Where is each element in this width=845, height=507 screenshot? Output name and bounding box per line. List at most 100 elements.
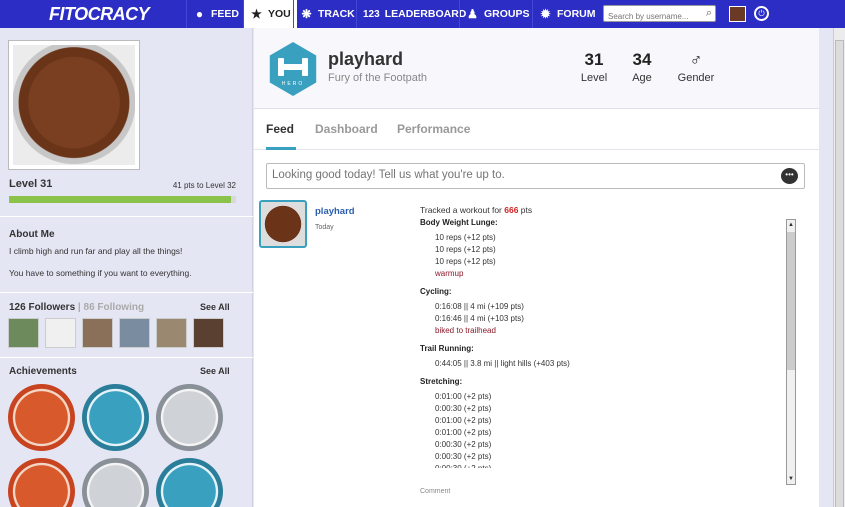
achievements-see-all[interactable]: See All bbox=[200, 366, 230, 376]
hero-dumbbell-icon: HERO bbox=[269, 42, 317, 96]
nav-forum[interactable]: ✹ FORUM bbox=[532, 0, 602, 28]
exercise-set: 0:00:30 (+2 pts) bbox=[435, 464, 491, 468]
main-content: HERO playhard Fury of the Footpath 31 Le… bbox=[254, 28, 819, 507]
followers-line: 126 Followers | 86 Following bbox=[9, 302, 144, 313]
level-progress-bar bbox=[9, 196, 236, 203]
nav-groups[interactable]: ♟ GROUPS bbox=[459, 0, 536, 28]
followers-see-all[interactable]: See All bbox=[200, 302, 230, 312]
groups-icon: ♟ bbox=[467, 6, 478, 21]
nav-you[interactable]: ★ YOU bbox=[243, 0, 297, 28]
divider bbox=[0, 357, 253, 358]
track-icon: ❋ bbox=[301, 6, 312, 21]
exercise-note: biked to trailhead bbox=[435, 326, 496, 335]
nav-track[interactable]: ❋ TRACK bbox=[293, 0, 361, 28]
about-text-2: You have to something if you want to eve… bbox=[9, 268, 192, 278]
exercise-set: 0:16:46 || 4 mi (+103 pts) bbox=[435, 314, 524, 323]
exercise-name: Stretching: bbox=[420, 377, 463, 386]
exercise-set: 0:01:00 (+2 pts) bbox=[435, 428, 492, 437]
star-icon: ★ bbox=[251, 6, 262, 21]
nav-user-avatar[interactable] bbox=[729, 6, 746, 22]
follower-avatar[interactable] bbox=[45, 318, 76, 348]
profile-avatar[interactable] bbox=[8, 40, 140, 170]
exercise-set: 10 reps (+12 pts) bbox=[435, 233, 496, 242]
search-icon[interactable]: ⌕ bbox=[706, 7, 712, 20]
feed-summary: Tracked a workout for 666 pts bbox=[420, 205, 532, 215]
follower-avatar[interactable] bbox=[119, 318, 150, 348]
stat-age-value: 34 bbox=[632, 50, 652, 69]
profile-header: HERO playhard Fury of the Footpath 31 Le… bbox=[254, 28, 819, 109]
exercise-name: Cycling: bbox=[420, 287, 452, 296]
hero-label: HERO bbox=[281, 81, 305, 87]
tab-dashboard[interactable]: Dashboard bbox=[315, 122, 378, 136]
about-text-1: I climb high and run far and play all th… bbox=[9, 246, 183, 256]
gear-icon: ✹ bbox=[540, 6, 551, 21]
exercise-name: Body Weight Lunge: bbox=[420, 218, 498, 227]
level-label: Level 31 bbox=[9, 178, 53, 190]
comment-link[interactable]: Comment bbox=[420, 488, 450, 495]
leaderboard-123-icon: 123 bbox=[363, 8, 380, 20]
fitocracy-logo[interactable]: FITOCRACY bbox=[49, 4, 150, 25]
feed-username[interactable]: playhard bbox=[315, 206, 355, 217]
nav-forum-label: FORUM bbox=[557, 8, 596, 20]
nav-track-label: TRACK bbox=[318, 8, 355, 20]
stat-level-label: Level bbox=[580, 72, 608, 84]
achievement-badge-hallowed-harrier[interactable] bbox=[8, 458, 75, 507]
avatar-image bbox=[13, 45, 135, 165]
chat-bubble-icon: ● bbox=[195, 6, 204, 21]
following-link[interactable]: 86 Following bbox=[84, 302, 145, 313]
stat-age-label: Age bbox=[632, 72, 652, 84]
tab-performance[interactable]: Performance bbox=[397, 122, 470, 136]
feed-user-avatar[interactable] bbox=[259, 200, 307, 248]
power-icon[interactable]: ⏻ bbox=[754, 6, 769, 21]
exercise-name: Trail Running: bbox=[420, 344, 474, 353]
summary-points: 666 bbox=[504, 205, 519, 215]
nav-you-label: YOU bbox=[268, 8, 291, 20]
male-gender-icon: ♂ bbox=[689, 50, 703, 69]
feed-date: Today bbox=[315, 224, 334, 231]
profile-title: Fury of the Footpath bbox=[328, 72, 428, 84]
achievement-badge-top-of-the-bar[interactable] bbox=[156, 458, 223, 507]
nav-groups-label: GROUPS bbox=[484, 8, 530, 20]
achievement-badge-props-club[interactable] bbox=[156, 384, 223, 451]
exercise-set: 10 reps (+12 pts) bbox=[435, 257, 496, 266]
follower-avatar[interactable] bbox=[156, 318, 187, 348]
summary-suffix: pts bbox=[518, 205, 533, 215]
profile-sidebar: Level 31 41 pts to Level 32 About Me I c… bbox=[0, 28, 253, 507]
stat-gender-label: Gender bbox=[677, 72, 715, 84]
divider bbox=[0, 216, 253, 217]
nav-feed[interactable]: ● FEED bbox=[186, 0, 245, 28]
speech-bubble-icon[interactable]: ••• bbox=[781, 168, 798, 184]
search-input[interactable] bbox=[604, 9, 699, 24]
exercise-set: 0:01:00 (+2 pts) bbox=[435, 392, 492, 401]
top-navbar: FITOCRACY ● FEED ★ YOU ❋ TRACK 123 LEADE… bbox=[0, 0, 845, 28]
follower-avatar[interactable] bbox=[8, 318, 39, 348]
about-title: About Me bbox=[9, 229, 55, 240]
level-progress-fill bbox=[9, 196, 232, 203]
achievement-badge-big-mouth[interactable] bbox=[82, 458, 149, 507]
workout-scrollbar[interactable]: ▲ ▼ bbox=[786, 219, 796, 485]
summary-prefix: Tracked a workout for bbox=[420, 205, 505, 215]
exercise-set: 0:00:30 (+2 pts) bbox=[435, 452, 492, 461]
stat-level-value: 31 bbox=[584, 50, 604, 69]
scroll-down-arrow-icon[interactable]: ▼ bbox=[787, 474, 795, 484]
exercise-set: 0:16:08 || 4 mi (+109 pts) bbox=[435, 302, 524, 311]
page-scroll-thumb[interactable] bbox=[835, 40, 844, 507]
nav-leaderboard[interactable]: 123 LEADERBOARD bbox=[356, 0, 472, 28]
nav-leaderboard-label: LEADERBOARD bbox=[384, 8, 467, 20]
achievements-title: Achievements bbox=[9, 366, 77, 377]
follower-avatar[interactable] bbox=[82, 318, 113, 348]
achievement-badge-league-heroes[interactable] bbox=[82, 384, 149, 451]
followers-link[interactable]: 126 Followers bbox=[9, 302, 75, 313]
scroll-up-arrow-icon[interactable]: ▲ bbox=[787, 220, 795, 230]
exercise-set: 0:00:30 (+2 pts) bbox=[435, 440, 492, 449]
status-input[interactable] bbox=[272, 169, 772, 181]
exercise-set: 0:44:05 || 3.8 mi || light hills (+403 p… bbox=[435, 359, 570, 368]
follower-avatar[interactable] bbox=[193, 318, 224, 348]
tab-feed[interactable]: Feed bbox=[266, 122, 294, 136]
exercise-note: warmup bbox=[435, 269, 464, 278]
status-post-box: ••• bbox=[266, 163, 805, 189]
user-search: ⌕ bbox=[603, 5, 716, 24]
page-scrollbar[interactable] bbox=[833, 28, 845, 507]
scroll-thumb[interactable] bbox=[787, 232, 795, 370]
achievement-badge-legs-dont-stop[interactable] bbox=[8, 384, 75, 451]
